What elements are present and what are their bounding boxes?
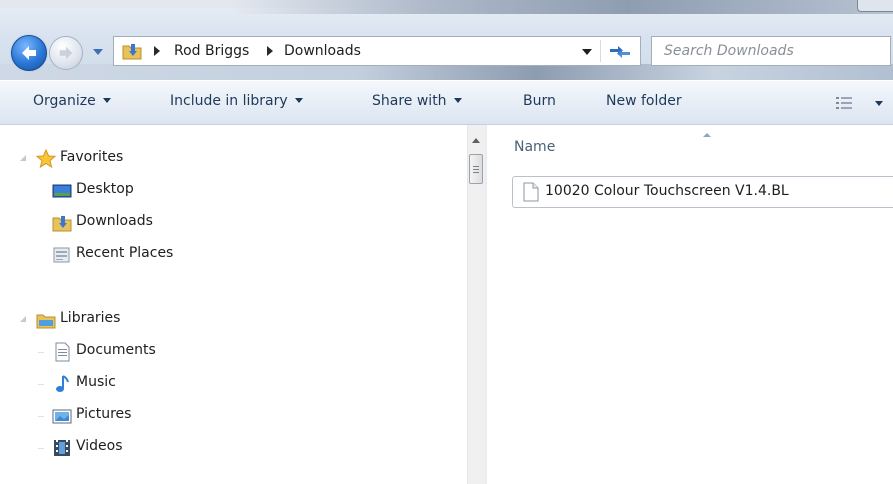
downloads-folder-icon — [122, 44, 142, 60]
scroll-thumb[interactable] — [469, 154, 483, 184]
address-dropdown-icon[interactable] — [582, 48, 592, 56]
arrow-left-icon — [22, 46, 36, 60]
search-placeholder: Search Downloads — [664, 43, 794, 59]
nav-downloads[interactable]: Downloads — [52, 211, 232, 235]
sort-ascending-icon — [703, 133, 711, 137]
new-folder-button[interactable]: New folder — [606, 93, 682, 109]
tree-line — [38, 384, 44, 385]
star-icon — [36, 149, 56, 169]
breadcrumb-downloads[interactable]: Downloads — [284, 43, 361, 59]
recent-pages-dropdown[interactable] — [91, 45, 105, 59]
burn-button[interactable]: Burn — [523, 93, 556, 109]
share-with-label: Share with — [372, 93, 447, 109]
organize-label: Organize — [33, 93, 96, 109]
expand-arrow-icon[interactable] — [20, 155, 26, 161]
nav-libraries[interactable]: Libraries — [36, 308, 196, 332]
address-divider — [600, 40, 601, 62]
window-control-button[interactable] — [857, 0, 893, 12]
refresh-icon[interactable] — [606, 41, 634, 61]
address-bar[interactable]: Rod Briggs Downloads — [113, 36, 641, 66]
title-bar-shade — [230, 0, 893, 14]
nav-favorites-label: Favorites — [60, 149, 124, 165]
chevron-down-icon — [453, 98, 462, 103]
grip-line — [473, 169, 479, 170]
nav-pictures-label: Pictures — [76, 406, 132, 422]
nav-pictures[interactable]: Pictures — [52, 404, 232, 428]
chevron-down-icon — [294, 98, 303, 103]
generic-file-icon — [523, 182, 539, 202]
chevron-right-icon[interactable] — [153, 46, 161, 56]
include-in-library-label: Include in library — [170, 93, 288, 109]
file-row[interactable]: 10020 Colour Touchscreen V1.4.BL — [512, 176, 893, 208]
change-view-icon[interactable] — [836, 97, 852, 109]
nav-documents[interactable]: Documents — [52, 340, 232, 364]
nav-recent-places-label: Recent Places — [76, 245, 174, 261]
nav-downloads-label: Downloads — [76, 213, 153, 229]
nav-libraries-label: Libraries — [60, 310, 121, 326]
expand-arrow-icon[interactable] — [20, 316, 26, 322]
grip-line — [473, 166, 479, 167]
search-input[interactable]: Search Downloads — [651, 36, 891, 66]
navigation-pane: Favorites Desktop Downloads Recent Place… — [0, 125, 467, 484]
tree-line — [38, 448, 44, 449]
chevron-down-icon — [102, 98, 111, 103]
navigation-scrollbar[interactable] — [467, 125, 485, 484]
arrow-right-icon — [59, 46, 73, 60]
file-list: Name 10020 Colour Touchscreen V1.4.BL — [487, 125, 893, 484]
command-bar: Organize Include in library Share with B… — [0, 80, 893, 125]
videos-icon — [54, 440, 70, 456]
nav-documents-label: Documents — [76, 342, 156, 358]
music-icon — [56, 375, 69, 392]
scroll-up-arrow-icon[interactable] — [472, 138, 480, 143]
pictures-icon — [52, 409, 72, 424]
libraries-icon — [36, 314, 56, 329]
breadcrumb-rod-briggs[interactable]: Rod Briggs — [174, 43, 249, 59]
chevron-right-icon[interactable] — [266, 46, 274, 56]
tree-line — [38, 352, 44, 353]
documents-icon — [55, 342, 70, 362]
nav-videos[interactable]: Videos — [52, 436, 232, 460]
tree-line — [38, 416, 44, 417]
grip-line — [473, 172, 479, 173]
nav-desktop-label: Desktop — [76, 181, 134, 197]
file-name: 10020 Colour Touchscreen V1.4.BL — [545, 183, 789, 199]
address-band: Rod Briggs Downloads Search Downloads — [0, 0, 893, 80]
nav-desktop[interactable]: Desktop — [52, 179, 232, 203]
downloads-folder-icon — [52, 216, 72, 232]
address-band-bottom — [0, 64, 893, 80]
nav-recent-places[interactable]: Recent Places — [52, 243, 232, 267]
views-dropdown-icon[interactable] — [875, 101, 883, 106]
nav-music[interactable]: Music — [52, 372, 232, 396]
nav-favorites[interactable]: Favorites — [36, 147, 196, 171]
nav-music-label: Music — [76, 374, 116, 390]
desktop-icon — [52, 184, 72, 198]
recent-places-icon — [53, 247, 70, 263]
nav-videos-label: Videos — [76, 438, 123, 454]
share-with-button[interactable]: Share with — [372, 93, 462, 109]
organize-button[interactable]: Organize — [33, 93, 111, 109]
forward-button[interactable] — [49, 36, 83, 70]
column-header-name[interactable]: Name — [514, 139, 555, 155]
include-in-library-button[interactable]: Include in library — [170, 93, 303, 109]
back-button[interactable] — [11, 35, 47, 71]
